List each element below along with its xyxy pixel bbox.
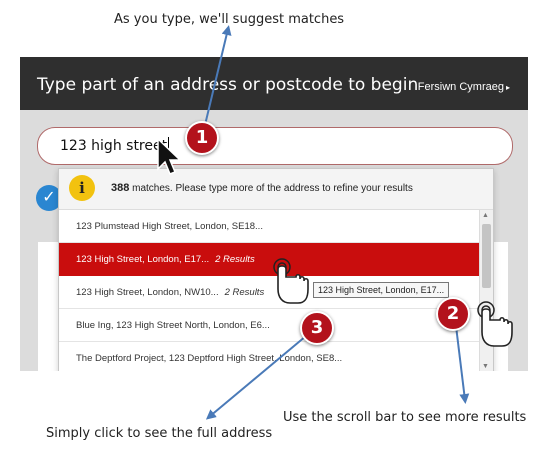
step-badge-3: 3 xyxy=(300,311,334,345)
arrow-cursor-icon xyxy=(157,137,182,175)
step-badge-2: 2 xyxy=(436,297,470,331)
callout-scroll-bar: Use the scroll bar to see more results xyxy=(283,410,527,425)
arrow-to-top-callout xyxy=(204,25,232,126)
hand-pointer-icon xyxy=(477,301,513,347)
arrow-to-right-callout xyxy=(455,325,470,404)
arrow-to-left-callout xyxy=(205,335,307,420)
step-badge-1: 1 xyxy=(185,121,219,155)
callout-click-address: Simply click to see the full address xyxy=(46,426,273,441)
hand-pointer-icon xyxy=(273,258,309,304)
annotation-overlay xyxy=(157,25,513,420)
